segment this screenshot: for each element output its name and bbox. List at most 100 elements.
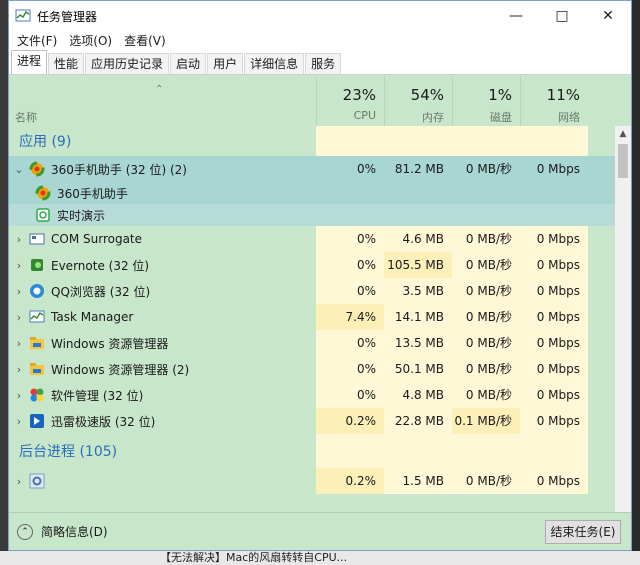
memory-value: 13.5 MB: [384, 330, 452, 356]
table-row-child[interactable]: 360手机助手: [9, 182, 617, 204]
disk-value: 0.1 MB/秒: [452, 408, 520, 434]
presentation-icon: [36, 208, 50, 222]
group-apps-title: 应用 (9): [19, 134, 72, 150]
window-title: 任务管理器: [37, 9, 98, 24]
tab-users[interactable]: 用户: [207, 53, 244, 74]
end-task-button[interactable]: 结束任务(E): [545, 520, 621, 544]
network-value: 0 Mbps: [520, 226, 588, 252]
table-row[interactable]: › COM Surrogate 0% 4.6 MB 0 MB/秒 0 Mbps: [9, 226, 617, 252]
background-window-strip: 【无法解决】Mac的风扇转转自CPU...: [0, 551, 640, 565]
chevron-right-icon[interactable]: ›: [9, 337, 29, 350]
group-header-apps[interactable]: 应用 (9): [9, 126, 617, 156]
tab-app-history[interactable]: 应用历史记录: [85, 53, 170, 74]
table-row[interactable]: ⌄ 360手机助手 (32 位) (2) 0% 81.2 MB 0 MB/秒 0…: [9, 156, 617, 182]
cpu-value: 0.2%: [316, 468, 384, 494]
memory-value: 3.5 MB: [384, 278, 452, 304]
cpu-value: 0%: [316, 382, 384, 408]
column-disk[interactable]: 1% 磁盘: [452, 76, 520, 126]
maximize-button[interactable]: □: [539, 1, 585, 31]
process-name: 软件管理 (32 位): [51, 388, 144, 403]
evernote-icon: [31, 259, 43, 271]
tab-details[interactable]: 详细信息: [244, 53, 305, 74]
table-row-child[interactable]: 实时演示: [9, 204, 617, 226]
table-row[interactable]: › 迅雷极速版 (32 位) 0.2% 22.8 MB 0.1 MB/秒 0 M…: [9, 408, 617, 434]
disk-value: 0 MB/秒: [452, 468, 520, 494]
360-icon: [35, 185, 51, 201]
chevron-right-icon[interactable]: ›: [9, 363, 29, 376]
scroll-thumb[interactable]: [618, 144, 628, 178]
qq-browser-icon: [30, 284, 44, 298]
chevron-right-icon[interactable]: ›: [9, 285, 29, 298]
chevron-right-icon[interactable]: ›: [9, 415, 29, 428]
cpu-value: 0.2%: [316, 408, 384, 434]
sort-up-icon: ⌃: [155, 84, 164, 95]
memory-value: 81.2 MB: [394, 162, 444, 176]
minimize-button[interactable]: —: [493, 1, 539, 31]
disk-value: 0 MB/秒: [452, 252, 520, 278]
network-value: 0 Mbps: [520, 382, 588, 408]
group-header-background[interactable]: 后台进程 (105): [9, 434, 617, 468]
chevron-down-icon[interactable]: ⌄: [9, 163, 29, 176]
cpu-total: 23%: [342, 86, 376, 104]
gear-icon: [29, 473, 45, 489]
chevron-right-icon[interactable]: ›: [9, 311, 29, 324]
cpu-value: 0%: [316, 330, 384, 356]
fewer-details-label: 简略信息(D): [41, 525, 108, 539]
desktop-left: [0, 0, 8, 565]
table-row[interactable]: › 0.2% 1.5 MB 0 MB/秒 0 Mbps: [9, 468, 617, 494]
column-memory[interactable]: 54% 内存: [384, 76, 452, 126]
memory-value: 1.5 MB: [384, 468, 452, 494]
process-name: QQ浏览器 (32 位): [51, 284, 151, 299]
memory-value: 50.1 MB: [384, 356, 452, 382]
table-row[interactable]: › QQ浏览器 (32 位) 0% 3.5 MB 0 MB/秒 0 Mbps: [9, 278, 617, 304]
name-header-label: 名称: [15, 111, 37, 124]
process-name: Windows 资源管理器 (2): [51, 362, 190, 377]
tab-services[interactable]: 服务: [305, 53, 342, 74]
column-cpu[interactable]: 23% CPU: [316, 76, 384, 126]
memory-value: 4.6 MB: [384, 226, 452, 252]
xunlei-icon: [30, 414, 44, 428]
title-bar: 任务管理器 — □ ✕: [9, 1, 631, 31]
background-window-title: 【无法解决】Mac的风扇转转自CPU...: [160, 551, 348, 564]
memory-total: 54%: [410, 86, 444, 104]
disk-value: 0 MB/秒: [452, 382, 520, 408]
menu-file[interactable]: 文件(F): [11, 31, 63, 51]
menu-view[interactable]: 查看(V): [118, 31, 172, 51]
network-total: 11%: [546, 86, 580, 104]
task-manager-window: 任务管理器 — □ ✕ 文件(F) 选项(O) 查看(V) 进程 性能 应用历史…: [8, 0, 632, 551]
chevron-right-icon[interactable]: ›: [9, 475, 29, 488]
table-row[interactable]: › Task Manager 7.4% 14.1 MB 0 MB/秒 0 Mbp…: [9, 304, 617, 330]
network-value: 0 Mbps: [520, 408, 588, 434]
column-network[interactable]: 11% 网络: [520, 76, 588, 126]
network-value: 0 Mbps: [520, 278, 588, 304]
table-row[interactable]: › 软件管理 (32 位) 0% 4.8 MB 0 MB/秒 0 Mbps: [9, 382, 617, 408]
process-name: Task Manager: [51, 310, 134, 324]
chevron-right-icon[interactable]: ›: [9, 233, 29, 246]
cpu-label: CPU: [353, 109, 376, 122]
menu-options[interactable]: 选项(O): [63, 31, 118, 51]
table-row[interactable]: › Windows 资源管理器 0% 13.5 MB 0 MB/秒 0 Mbps: [9, 330, 617, 356]
tab-performance[interactable]: 性能: [48, 53, 85, 74]
process-name: COM Surrogate: [51, 232, 143, 246]
table-row[interactable]: › Evernote (32 位) 0% 105.5 MB 0 MB/秒 0 M…: [9, 252, 617, 278]
disk-value: 0 MB/秒: [452, 226, 520, 252]
network-value: 0 Mbps: [520, 252, 588, 278]
network-value: 0 Mbps: [520, 330, 588, 356]
network-value: 0 Mbps: [520, 468, 588, 494]
scroll-up-icon[interactable]: ▲: [615, 126, 631, 142]
fewer-details-button[interactable]: ⌃ 简略信息(D): [17, 523, 108, 540]
menu-bar: 文件(F) 选项(O) 查看(V): [9, 31, 631, 51]
network-value: 0 Mbps: [536, 162, 580, 176]
close-button[interactable]: ✕: [585, 1, 631, 31]
process-name: 360手机助手 (32 位) (2): [51, 162, 187, 177]
column-name[interactable]: ⌃ 名称: [9, 76, 316, 126]
process-name: 实时演示: [57, 208, 106, 223]
vertical-scrollbar[interactable]: ▲: [615, 126, 631, 514]
tab-startup[interactable]: 启动: [170, 53, 207, 74]
chevron-right-icon[interactable]: ›: [9, 259, 29, 272]
explorer-icon: [30, 363, 44, 375]
tab-processes[interactable]: 进程: [11, 50, 48, 74]
disk-value: 0 MB/秒: [452, 278, 520, 304]
table-row[interactable]: › Windows 资源管理器 (2) 0% 50.1 MB 0 MB/秒 0 …: [9, 356, 617, 382]
chevron-right-icon[interactable]: ›: [9, 389, 29, 402]
